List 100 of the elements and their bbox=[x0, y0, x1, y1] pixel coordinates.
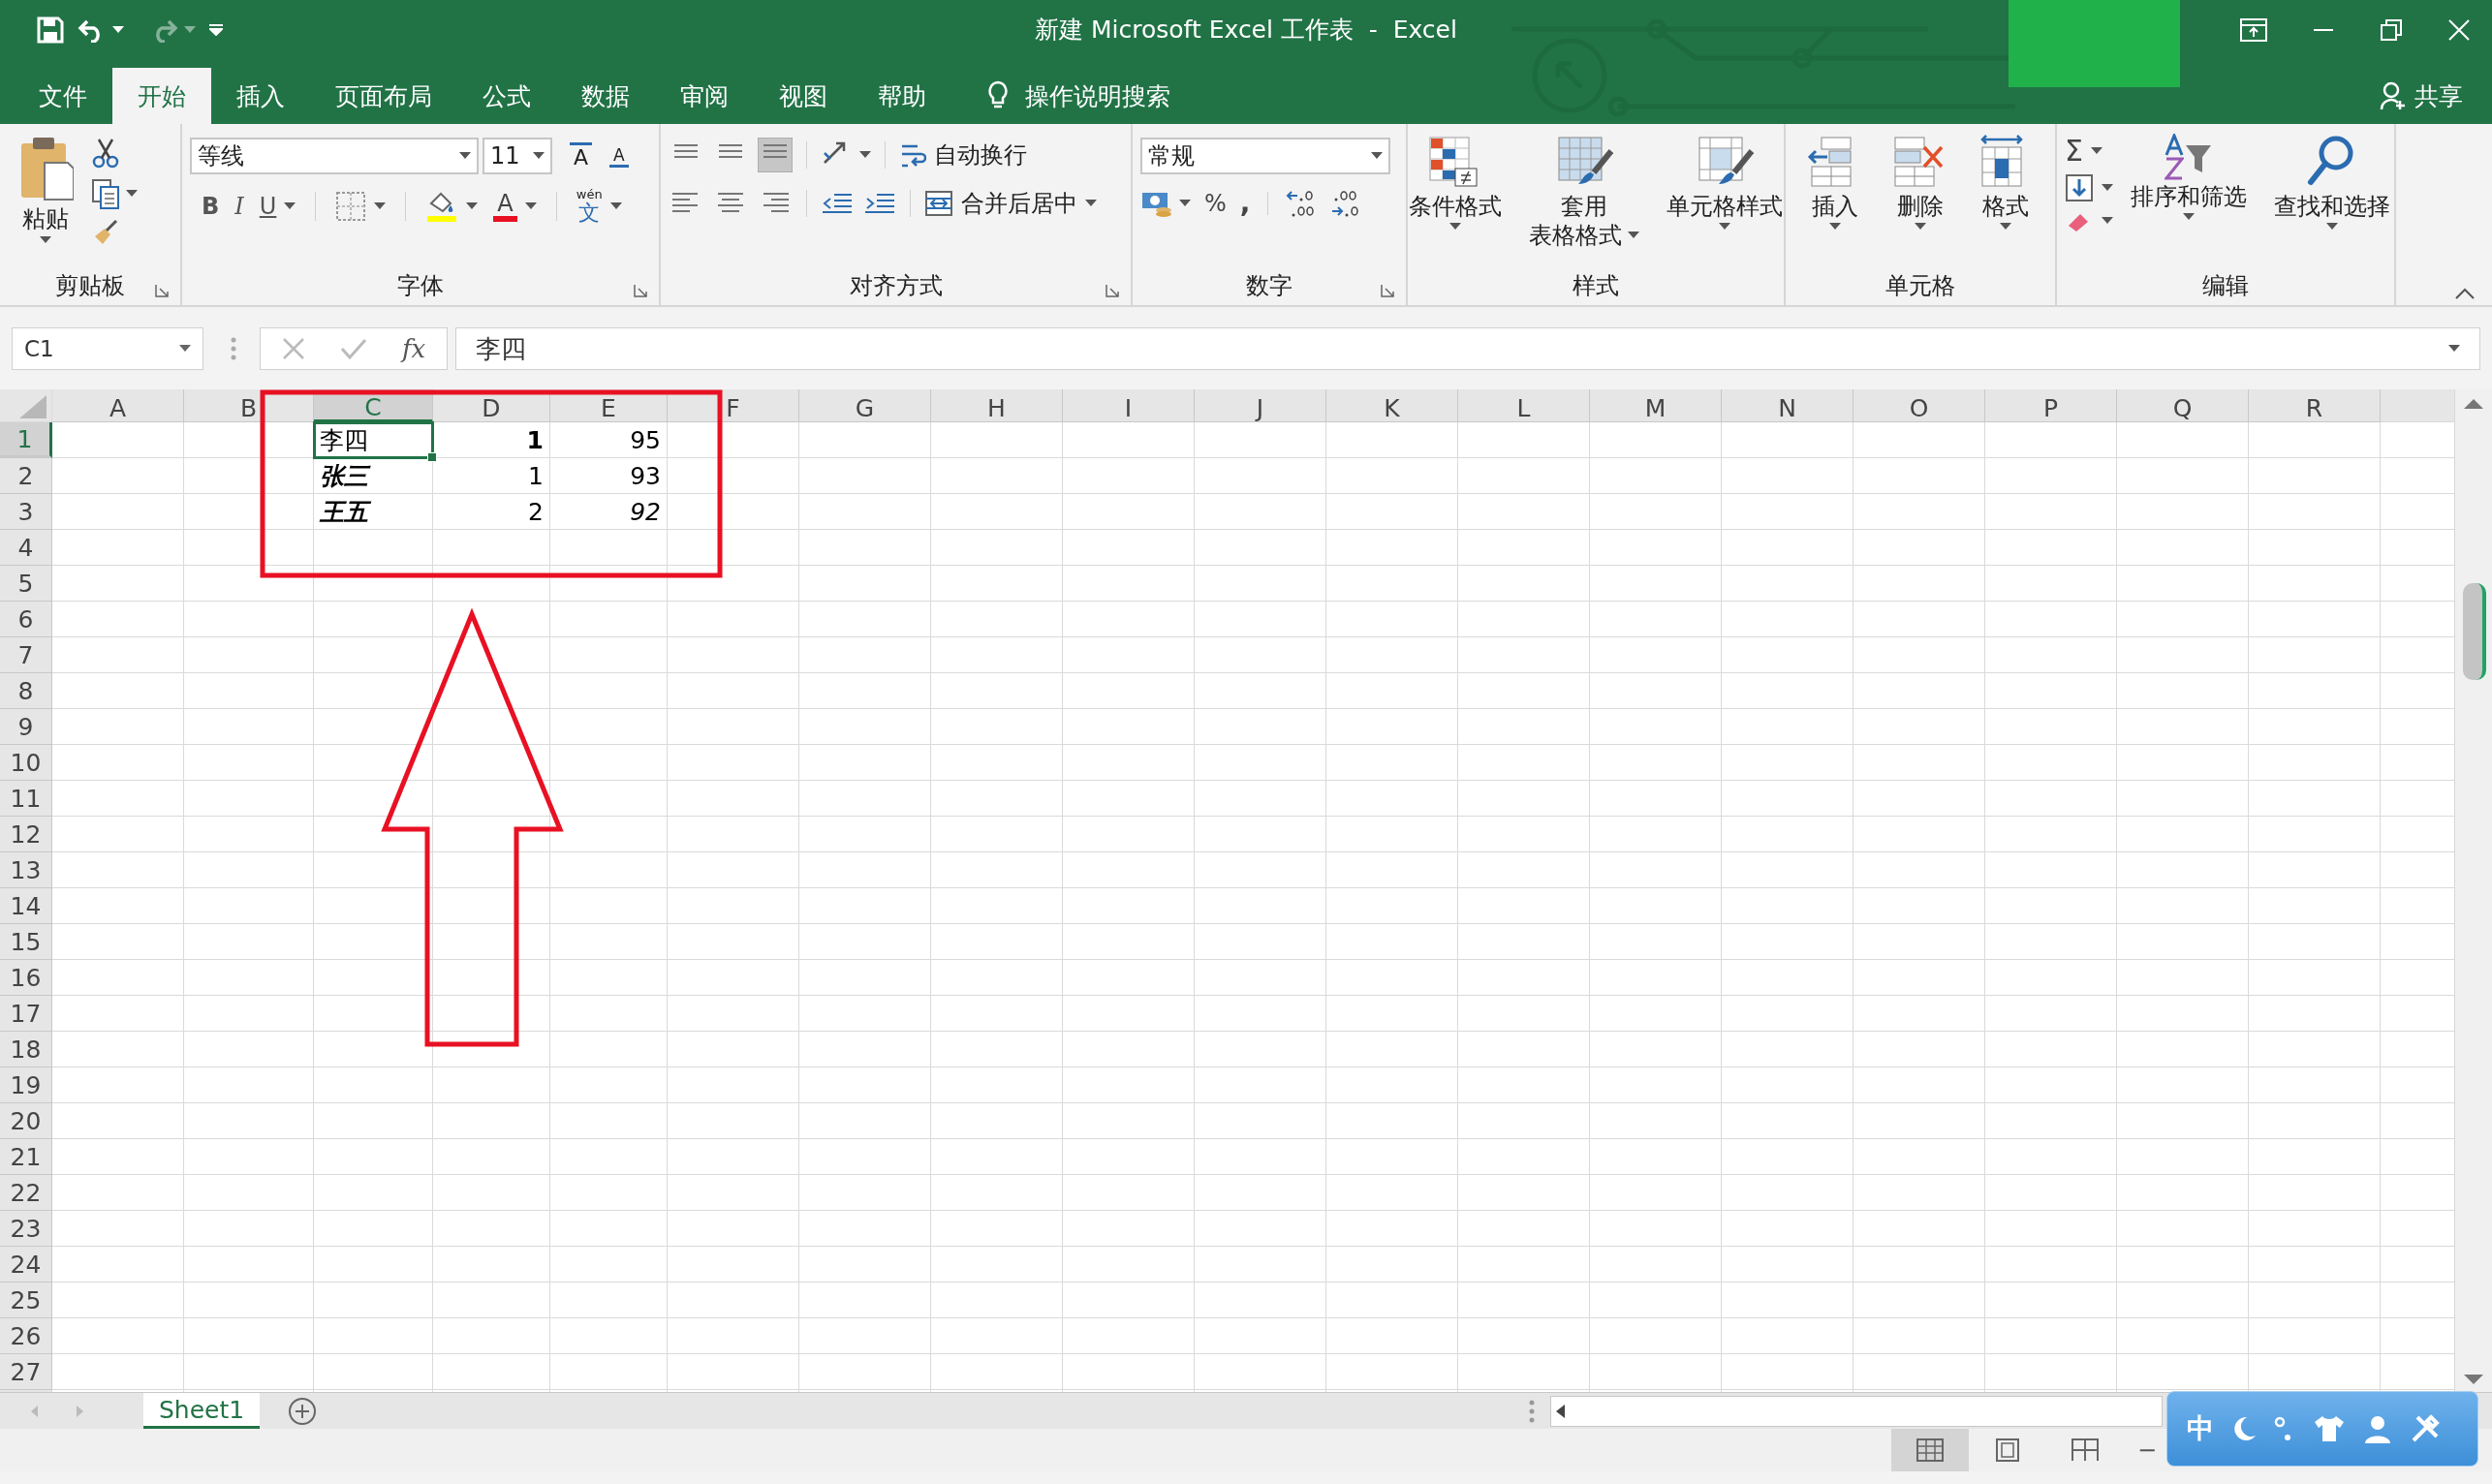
column-header[interactable]: I bbox=[1063, 389, 1195, 422]
caret-icon[interactable] bbox=[2102, 184, 2113, 192]
bold-button[interactable]: B bbox=[202, 193, 220, 220]
formula-field[interactable]: 李四 bbox=[476, 331, 527, 366]
row-header[interactable]: 24 bbox=[0, 1247, 52, 1283]
row-header[interactable]: 18 bbox=[0, 1032, 52, 1067]
launcher-icon[interactable] bbox=[155, 284, 169, 297]
caret-icon[interactable] bbox=[2326, 223, 2338, 231]
name-box[interactable]: C1 bbox=[12, 327, 203, 370]
row-header[interactable]: 3 bbox=[0, 494, 52, 530]
caret-icon[interactable] bbox=[1628, 232, 1639, 239]
font-color-button[interactable]: A bbox=[493, 191, 517, 222]
tools-icon[interactable] bbox=[2410, 1413, 2441, 1444]
row-header[interactable]: 14 bbox=[0, 888, 52, 924]
ribbon-button[interactable]: 条件格式 bbox=[1399, 130, 1511, 266]
caret-icon[interactable] bbox=[1829, 223, 1841, 231]
menu-tab[interactable]: 审阅 bbox=[655, 68, 754, 124]
menu-tab[interactable]: 数据 bbox=[556, 68, 655, 124]
caret-icon[interactable] bbox=[1449, 223, 1461, 231]
shirt-icon[interactable] bbox=[2313, 1414, 2346, 1443]
share-button[interactable]: 共享 bbox=[2414, 79, 2463, 112]
table-cell[interactable]: 1 bbox=[433, 422, 550, 458]
row-header[interactable]: 1 bbox=[0, 422, 52, 458]
ribbon-button[interactable]: 格式 bbox=[1967, 130, 2044, 266]
moon-icon[interactable] bbox=[2231, 1414, 2257, 1443]
underline-button[interactable]: U bbox=[259, 193, 277, 220]
row-header[interactable]: 6 bbox=[0, 602, 52, 637]
column-header[interactable]: O bbox=[1853, 389, 1985, 422]
menu-tab[interactable]: 开始 bbox=[112, 68, 211, 124]
row-header[interactable]: 10 bbox=[0, 745, 52, 781]
row-header[interactable]: 8 bbox=[0, 673, 52, 709]
insert-function-button[interactable]: fx bbox=[402, 334, 426, 363]
borders-icon[interactable] bbox=[335, 191, 367, 222]
italic-button[interactable]: I bbox=[234, 193, 244, 220]
row-header[interactable]: 17 bbox=[0, 996, 52, 1032]
caret-icon[interactable] bbox=[1915, 223, 1926, 231]
ribbon-button[interactable]: 套用 表格格式 bbox=[1519, 130, 1649, 266]
row-header[interactable]: 20 bbox=[0, 1103, 52, 1139]
ribbon-display-icon[interactable] bbox=[2240, 18, 2267, 42]
customize-icon[interactable] bbox=[209, 24, 223, 36]
column-header[interactable]: B bbox=[184, 389, 314, 422]
row-header[interactable]: 11 bbox=[0, 781, 52, 817]
close-icon[interactable] bbox=[2447, 18, 2471, 42]
ribbon-button[interactable]: 插入 bbox=[1796, 130, 1874, 266]
bottom-align-icon[interactable] bbox=[758, 138, 793, 172]
column-header[interactable]: A bbox=[52, 389, 184, 422]
scroll-down-icon[interactable] bbox=[2462, 1373, 2485, 1386]
table-cell[interactable]: 93 bbox=[550, 458, 668, 494]
caret-icon[interactable] bbox=[533, 152, 545, 160]
scroll-up-icon[interactable] bbox=[2462, 397, 2485, 411]
row-header[interactable]: 7 bbox=[0, 637, 52, 673]
ribbon-button[interactable]: 查找和选择 bbox=[2264, 130, 2400, 266]
fill-down-icon[interactable] bbox=[2065, 173, 2094, 202]
menu-tab[interactable]: 页面布局 bbox=[310, 68, 457, 124]
search-link[interactable]: 操作说明搜索 bbox=[1025, 79, 1170, 112]
caret-icon[interactable] bbox=[524, 202, 537, 210]
copy-icon[interactable] bbox=[91, 178, 120, 209]
row-header[interactable]: 26 bbox=[0, 1318, 52, 1354]
menu-tab[interactable]: 公式 bbox=[457, 68, 556, 124]
scissors-icon[interactable] bbox=[91, 138, 120, 169]
scrollbar-thumb[interactable] bbox=[2463, 583, 2486, 680]
caret-icon[interactable] bbox=[2090, 146, 2103, 155]
caret-icon[interactable] bbox=[1085, 200, 1097, 207]
percent-button[interactable]: % bbox=[1204, 190, 1227, 217]
sheet-tab[interactable]: Sheet1 bbox=[143, 1393, 261, 1429]
row-header[interactable]: 25 bbox=[0, 1283, 52, 1318]
font-size-combo[interactable]: 11 bbox=[483, 138, 552, 174]
normal-view-icon[interactable] bbox=[1916, 1438, 1945, 1463]
caret-icon[interactable] bbox=[179, 345, 191, 353]
caret-icon[interactable] bbox=[609, 202, 622, 210]
row-header[interactable]: 13 bbox=[0, 852, 52, 888]
menu-tab[interactable]: 插入 bbox=[211, 68, 310, 124]
caret-icon[interactable] bbox=[1371, 152, 1383, 160]
menu-tab[interactable]: 视图 bbox=[754, 68, 853, 124]
row-header[interactable]: 2 bbox=[0, 458, 52, 494]
caret-icon[interactable] bbox=[112, 26, 124, 34]
caret-icon[interactable] bbox=[284, 202, 296, 210]
table-cell[interactable]: 92 bbox=[550, 494, 668, 530]
caret-icon[interactable] bbox=[859, 151, 871, 159]
horizontal-scrollbar[interactable] bbox=[1550, 1395, 2164, 1427]
row-header[interactable]: 27 bbox=[0, 1354, 52, 1390]
caret-icon[interactable] bbox=[459, 152, 471, 160]
row-header[interactable]: 4 bbox=[0, 530, 52, 566]
collapse-ribbon-icon[interactable] bbox=[2455, 288, 2475, 299]
column-header[interactable]: H bbox=[931, 389, 1063, 422]
column-header[interactable]: Q bbox=[2117, 389, 2249, 422]
table-cell[interactable]: 95 bbox=[550, 422, 668, 458]
caret-icon[interactable] bbox=[466, 202, 479, 210]
row-header[interactable]: 22 bbox=[0, 1175, 52, 1211]
table-cell[interactable]: 王五 bbox=[314, 494, 433, 530]
caret-icon[interactable] bbox=[1179, 200, 1191, 207]
shrink-font-button[interactable]: A bbox=[609, 144, 629, 168]
column-header[interactable]: F bbox=[668, 389, 799, 422]
table-cell[interactable]: 2 bbox=[433, 494, 550, 530]
row-header[interactable]: 21 bbox=[0, 1139, 52, 1175]
column-header[interactable]: R bbox=[2249, 389, 2381, 422]
wrap-text-button[interactable]: 自动换行 bbox=[899, 139, 1027, 170]
paste-button[interactable]: 粘贴 bbox=[8, 130, 83, 266]
add-sheet-icon[interactable] bbox=[287, 1395, 319, 1427]
row-header[interactable]: 5 bbox=[0, 566, 52, 602]
